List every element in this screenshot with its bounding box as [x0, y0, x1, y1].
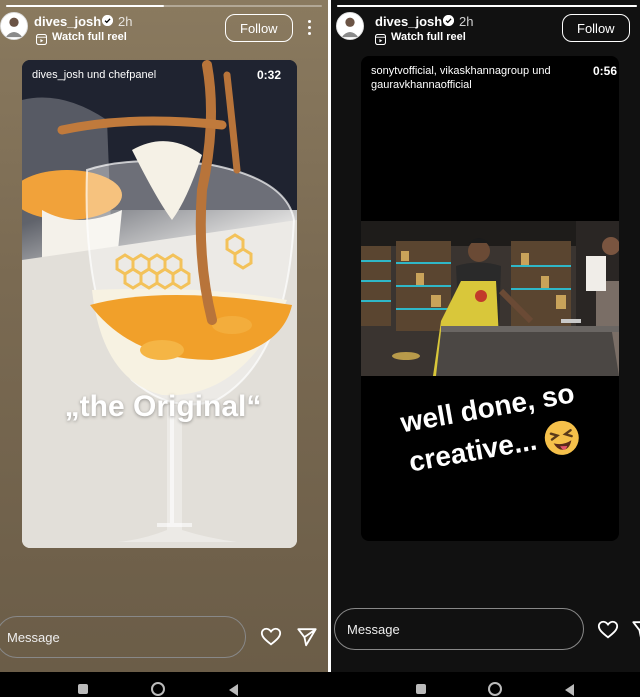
story-progress-bar	[6, 5, 322, 7]
reel-preview-card[interactable]: sonytvofficial, vikaskhannagroup und gau…	[361, 56, 619, 541]
back-icon[interactable]	[565, 684, 574, 696]
reel-icon	[374, 32, 387, 46]
reel-icon	[35, 32, 48, 46]
recent-apps-icon[interactable]	[416, 684, 426, 694]
heart-icon[interactable]	[597, 619, 619, 641]
story-caption: well done, so creative...	[361, 366, 619, 490]
watch-full-reel-link[interactable]: Watch full reel	[52, 31, 127, 43]
reel-duration: 0:32	[257, 68, 282, 82]
dessert-image	[22, 60, 297, 548]
story-progress-fill	[6, 5, 164, 7]
watch-full-reel-link[interactable]: Watch full reel	[391, 31, 466, 43]
send-icon[interactable]	[631, 619, 640, 641]
story-progress-bar	[337, 5, 637, 7]
message-placeholder: Message	[7, 630, 60, 645]
story-panel-left: dives_josh 2h Watch full reel Follow div…	[0, 0, 328, 697]
kitchen-scene-image	[361, 221, 619, 376]
avatar[interactable]	[0, 12, 28, 40]
home-icon[interactable]	[151, 682, 165, 696]
reel-duration: 0:56	[593, 64, 618, 78]
reel-credit-line-2[interactable]: gauravkhannaofficial	[371, 78, 472, 92]
story-caption: „the Original“	[64, 390, 262, 423]
story-header: dives_josh 2h Watch full reel Follow	[0, 12, 328, 48]
system-navigation-bar	[0, 672, 640, 697]
reel-preview-card[interactable]: dives_josh und chefpanel 0:32 „the Origi…	[22, 60, 297, 548]
heart-icon[interactable]	[260, 626, 282, 648]
username[interactable]: dives_josh	[34, 14, 101, 29]
more-options-icon[interactable]	[308, 20, 312, 36]
verified-badge-icon	[102, 15, 113, 26]
post-time: 2h	[459, 14, 474, 29]
reel-credit-line-1[interactable]: sonytvofficial, vikaskhannagroup und	[371, 64, 551, 78]
username[interactable]: dives_josh	[375, 14, 442, 29]
story-panel-right: dives_josh 2h Watch full reel Follow son…	[331, 0, 640, 697]
follow-button[interactable]: Follow	[225, 14, 293, 42]
winking-tongue-emoji	[541, 417, 583, 459]
verified-badge-icon	[443, 15, 454, 26]
message-placeholder: Message	[347, 622, 400, 637]
follow-button[interactable]: Follow	[562, 14, 630, 42]
recent-apps-icon[interactable]	[78, 684, 88, 694]
cooking-show-frame	[361, 221, 619, 376]
post-time: 2h	[118, 14, 133, 29]
home-icon[interactable]	[488, 682, 502, 696]
story-progress-fill	[337, 5, 637, 7]
send-icon[interactable]	[296, 626, 318, 648]
avatar[interactable]	[336, 12, 364, 40]
message-input[interactable]: Message	[334, 608, 584, 650]
story-header: dives_josh 2h Watch full reel Follow	[331, 12, 640, 48]
back-icon[interactable]	[229, 684, 238, 696]
reel-credit[interactable]: dives_josh und chefpanel	[32, 68, 156, 82]
message-input[interactable]: Message	[0, 616, 246, 658]
